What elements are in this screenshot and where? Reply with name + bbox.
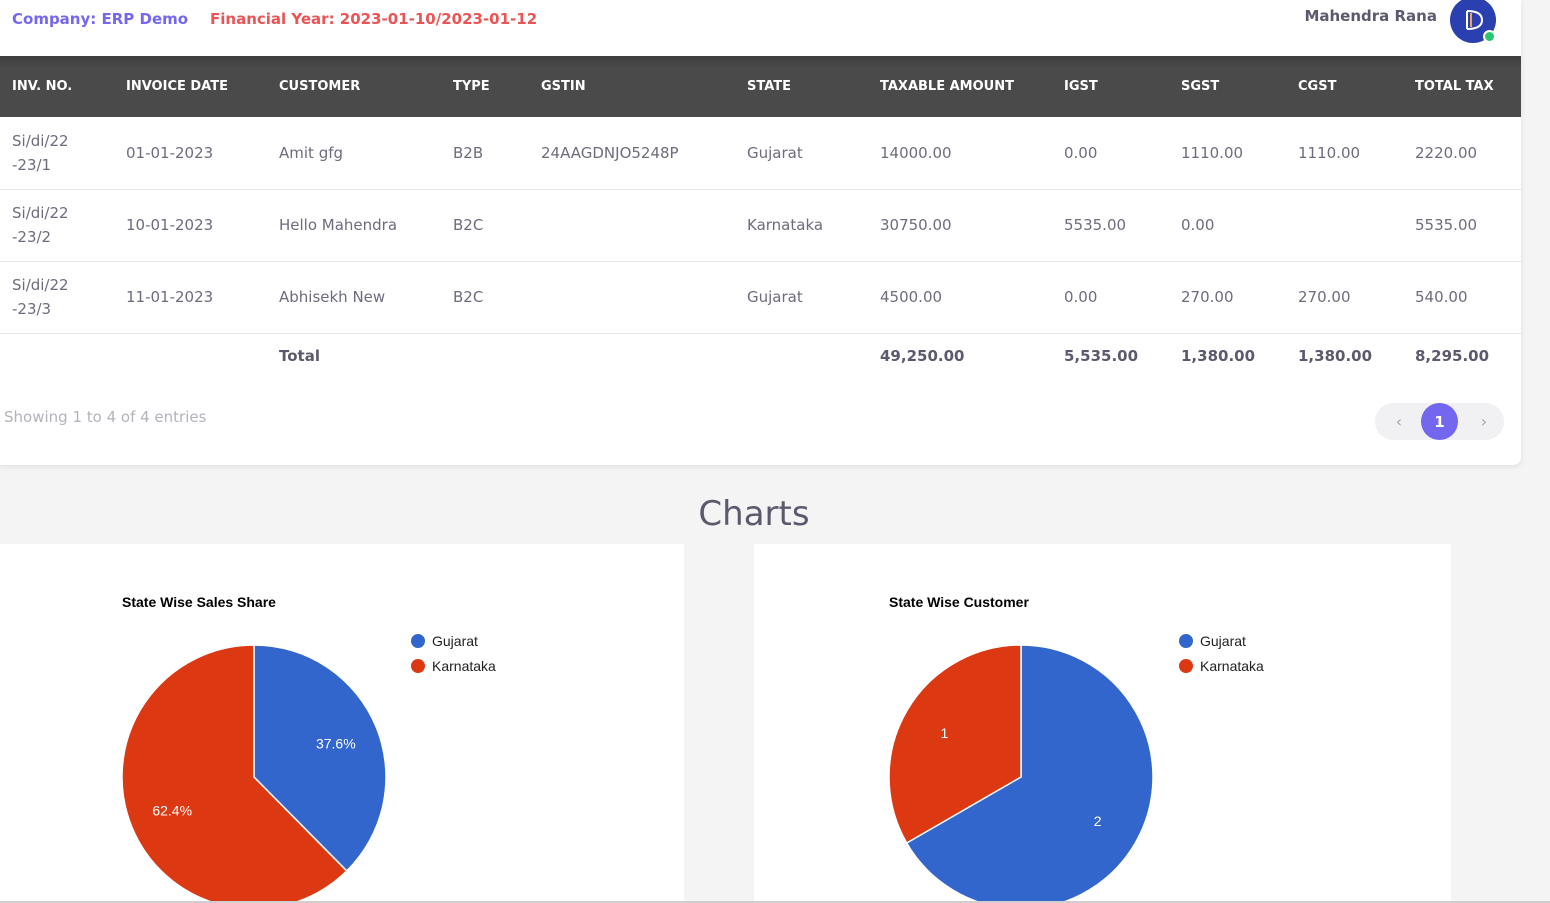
legend-label[interactable]: Karnataka bbox=[432, 658, 496, 674]
legend-label[interactable]: Gujarat bbox=[432, 633, 478, 649]
user-name[interactable]: Mahendra Rana bbox=[1304, 7, 1437, 25]
logo-icon bbox=[1466, 10, 1484, 30]
sales-share-pie-chart: State Wise Sales Share Gujarat Karnataka 37… bbox=[121, 594, 496, 903]
cell-type: B2C bbox=[441, 189, 529, 262]
next-page-button[interactable]: › bbox=[1466, 412, 1502, 431]
column-header[interactable]: STATE bbox=[735, 56, 868, 117]
cell-sgst: 270.00 bbox=[1169, 261, 1286, 334]
legend-marker bbox=[1179, 634, 1193, 648]
column-header[interactable]: INV. NO. bbox=[0, 56, 114, 117]
cell-invoice-date: 10-01-2023 bbox=[114, 189, 267, 262]
financial-year-label: Financial Year: 2023-01-10/2023-01-12 bbox=[210, 10, 538, 28]
cell-invoice-date: 01-01-2023 bbox=[114, 117, 267, 190]
charts-heading: Charts bbox=[698, 494, 810, 534]
cell-taxable-amount: 30750.00 bbox=[868, 189, 1052, 262]
slice-label: 37.6% bbox=[316, 735, 356, 751]
cell-inv-no: Si/di/22 -23/2 bbox=[0, 189, 114, 262]
chart-title: State Wise Customer bbox=[889, 594, 1029, 610]
cell-igst: 0.00 bbox=[1052, 261, 1169, 334]
cell-customer: Hello Mahendra bbox=[267, 189, 441, 262]
legend-marker bbox=[411, 634, 425, 648]
cell-customer: Abhisekh New bbox=[267, 261, 441, 334]
cell-igst: 5535.00 bbox=[1052, 189, 1169, 262]
cell-igst: 0.00 bbox=[1052, 117, 1169, 190]
column-header[interactable]: IGST bbox=[1052, 56, 1169, 117]
legend-label[interactable]: Gujarat bbox=[1200, 633, 1246, 649]
table-row: Si/di/22 -23/3 11-01-2023 Abhisekh New B2… bbox=[0, 261, 1521, 334]
cell-customer: Amit gfg bbox=[267, 117, 441, 190]
table-total-row: Total 49,250.00 5,535.00 1,380.00 1,380.… bbox=[0, 333, 1521, 379]
column-header[interactable]: CGST bbox=[1286, 56, 1403, 117]
prev-page-button[interactable]: ‹ bbox=[1381, 412, 1417, 431]
customer-pie-chart: State Wise Customer Gujarat Karnataka 2 1 bbox=[888, 594, 1264, 903]
cell-cgst bbox=[1286, 189, 1403, 262]
slice-label: 62.4% bbox=[152, 803, 192, 819]
total-label: Total bbox=[279, 347, 320, 366]
cell-state: Karnataka bbox=[735, 189, 868, 262]
cell-state: Gujarat bbox=[735, 117, 868, 190]
entries-info: Showing 1 to 4 of 4 entries bbox=[4, 408, 207, 426]
legend-marker bbox=[411, 659, 425, 673]
cell-gstin bbox=[529, 261, 735, 334]
legend-marker bbox=[1179, 659, 1193, 673]
cell-gstin: 24AAGDNJO5248P bbox=[529, 117, 735, 190]
cell-total-tax: 5535.00 bbox=[1403, 189, 1521, 262]
total-cgst: 1,380.00 bbox=[1298, 347, 1373, 366]
invoice-table: INV. NO. INVOICE DATE CUSTOMER TYPE GSTI… bbox=[0, 56, 1521, 379]
customer-chart-panel: State Wise Customer Gujarat Karnataka 2 1 bbox=[754, 544, 1451, 903]
cell-invoice-date: 11-01-2023 bbox=[114, 261, 267, 334]
total-igst: 5,535.00 bbox=[1064, 347, 1139, 366]
company-label: Company: ERP Demo bbox=[12, 10, 189, 28]
cell-inv-no: Si/di/22 -23/3 bbox=[0, 261, 114, 334]
online-status-dot bbox=[1483, 30, 1496, 43]
cell-taxable-amount: 4500.00 bbox=[868, 261, 1052, 334]
column-header[interactable]: CUSTOMER bbox=[267, 56, 441, 117]
cell-taxable-amount: 14000.00 bbox=[868, 117, 1052, 190]
table-row: Si/di/22 -23/1 01-01-2023 Amit gfg B2B 24… bbox=[0, 117, 1521, 190]
cell-type: B2B bbox=[441, 117, 529, 190]
cell-state: Gujarat bbox=[735, 261, 868, 334]
total-taxable-amount: 49,250.00 bbox=[880, 347, 965, 366]
slice-label: 1 bbox=[941, 725, 949, 741]
legend-label[interactable]: Karnataka bbox=[1200, 658, 1264, 674]
cell-cgst: 1110.00 bbox=[1286, 117, 1403, 190]
column-header[interactable]: SGST bbox=[1169, 56, 1286, 117]
cell-gstin bbox=[529, 189, 735, 262]
cell-type: B2C bbox=[441, 261, 529, 334]
chart-title: State Wise Sales Share bbox=[122, 594, 276, 610]
cell-inv-no: Si/di/22 -23/1 bbox=[0, 117, 114, 190]
pagination: ‹ 1 › bbox=[1375, 403, 1504, 440]
slice-label: 2 bbox=[1094, 813, 1102, 829]
cell-sgst: 1110.00 bbox=[1169, 117, 1286, 190]
total-sgst: 1,380.00 bbox=[1181, 347, 1256, 366]
sales-share-chart-panel: State Wise Sales Share Gujarat Karnataka 37… bbox=[0, 544, 684, 903]
total-tax: 8,295.00 bbox=[1415, 347, 1490, 366]
top-bar: Company: ERP Demo Financial Year: 2023-0… bbox=[0, 0, 1521, 56]
column-header[interactable]: TYPE bbox=[441, 56, 529, 117]
invoice-report-card: Company: ERP Demo Financial Year: 2023-0… bbox=[0, 0, 1521, 465]
cell-total-tax: 2220.00 bbox=[1403, 117, 1521, 190]
page-button-current[interactable]: 1 bbox=[1421, 403, 1458, 440]
table-row: Si/di/22 -23/2 10-01-2023 Hello Mahendra … bbox=[0, 189, 1521, 262]
column-header[interactable]: INVOICE DATE bbox=[114, 56, 267, 117]
cell-cgst: 270.00 bbox=[1286, 261, 1403, 334]
table-header-row: INV. NO. INVOICE DATE CUSTOMER TYPE GSTI… bbox=[0, 56, 1521, 117]
column-header[interactable]: TOTAL TAX bbox=[1403, 56, 1521, 117]
column-header[interactable]: TAXABLE AMOUNT bbox=[868, 56, 1052, 117]
column-header[interactable]: GSTIN bbox=[529, 56, 735, 117]
cell-sgst: 0.00 bbox=[1169, 189, 1286, 262]
cell-total-tax: 540.00 bbox=[1403, 261, 1521, 334]
